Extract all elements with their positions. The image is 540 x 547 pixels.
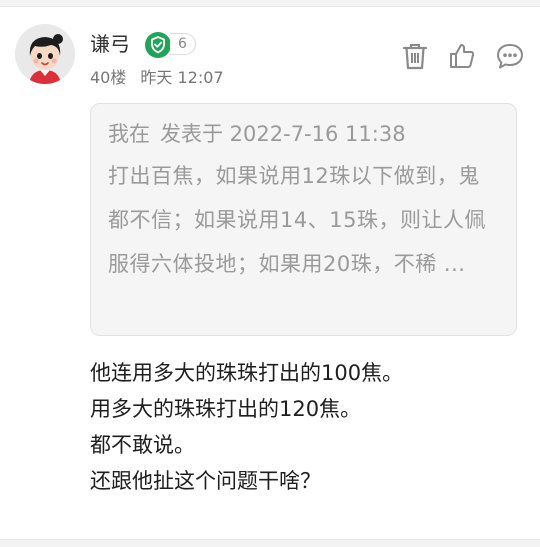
top-divider (0, 0, 540, 7)
like-button[interactable] (446, 40, 478, 72)
thumbs-up-icon (450, 44, 475, 68)
quote-posted-at: 发表于 2022-7-16 11:38 (160, 122, 406, 146)
delete-button[interactable] (399, 40, 431, 72)
cartoon-girl-avatar-icon (15, 24, 75, 84)
comment-button[interactable] (494, 40, 526, 72)
level-badge: 6 (170, 33, 196, 55)
comment-meta: 40楼 昨天 12:07 (90, 64, 224, 88)
comment-body: 他连用多大的珠珠打出的100焦。 用多大的珠珠打出的120焦。 都不敢说。 还跟… (90, 355, 520, 499)
chat-bubble-icon (497, 44, 523, 69)
quote-author: 我在 (108, 122, 150, 146)
floor-number: 40楼 (90, 68, 127, 87)
comment-line: 用多大的珠珠打出的120焦。 (90, 397, 362, 421)
post-time: 昨天 12:07 (140, 68, 224, 87)
quote-text: 打出百焦，如果说用12珠以下做到，鬼都不信；如果说用14、15珠，则让人佩服得六… (108, 164, 486, 276)
username[interactable]: 谦弓 (90, 28, 130, 57)
trash-icon (402, 44, 428, 70)
quoted-post[interactable]: 我在 发表于 2022-7-16 11:38 打出百焦，如果说用12珠以下做到，鬼… (90, 103, 517, 336)
comment-line: 还跟他扯这个问题干啥？ (90, 469, 321, 493)
comment-line: 他连用多大的珠珠打出的100焦。 (90, 361, 404, 385)
comment-line: 都不敢说。 (90, 433, 195, 457)
shield-check-icon (145, 32, 171, 58)
bottom-divider (0, 539, 540, 547)
quote-header: 我在 发表于 2022-7-16 11:38 (108, 119, 498, 149)
verified-badge (144, 31, 172, 59)
avatar[interactable] (15, 24, 75, 84)
